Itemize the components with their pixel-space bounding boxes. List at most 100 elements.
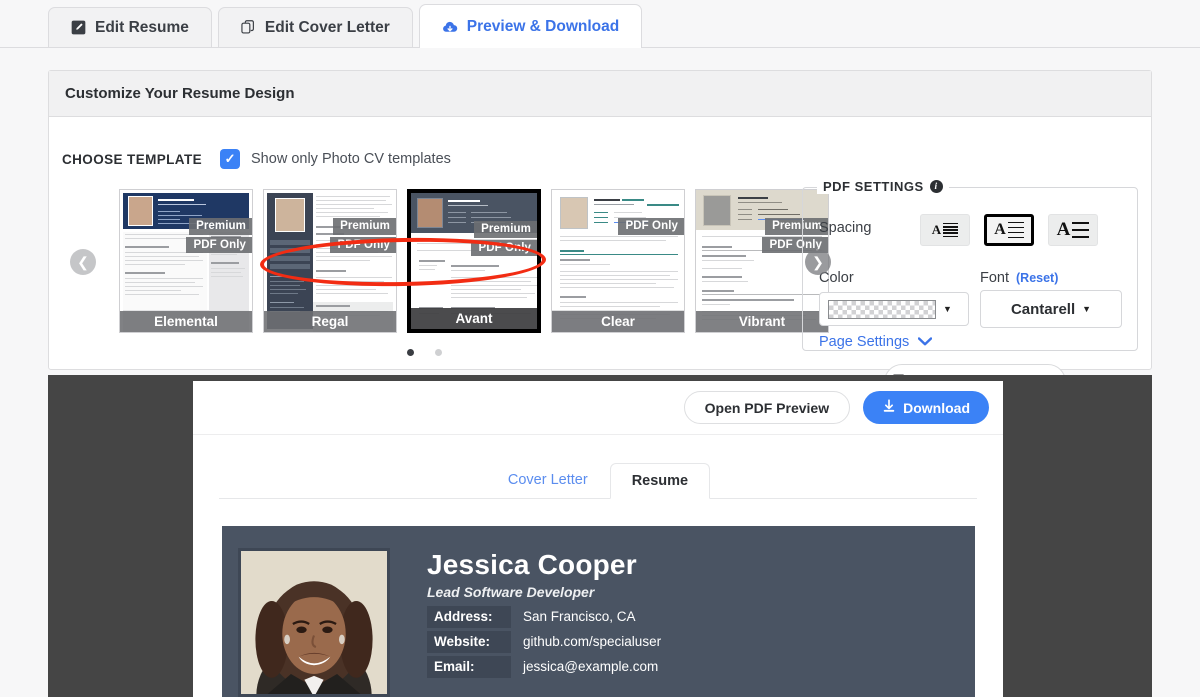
color-swatch xyxy=(828,299,936,319)
doc-tab-cover-letter[interactable]: Cover Letter xyxy=(486,462,610,498)
badge-pdf-only: PDF Only xyxy=(471,239,537,256)
spacing-label: Spacing xyxy=(819,220,872,236)
font-label-group: Font (Reset) xyxy=(980,270,1058,286)
preview-paper: Open PDF Preview Download Cover Letter R… xyxy=(193,381,1003,697)
choose-template-label: CHOOSE TEMPLATE xyxy=(62,151,203,167)
field-key: Website: xyxy=(427,630,511,653)
download-label: Download xyxy=(903,399,970,416)
field-value: jessica@example.com xyxy=(523,659,659,674)
badge-pdf-only: PDF Only xyxy=(186,236,252,253)
open-pdf-preview-button[interactable]: Open PDF Preview xyxy=(683,391,851,424)
template-name: Elemental xyxy=(120,311,252,332)
badge-premium: Premium xyxy=(189,218,252,235)
chevron-down-icon: ▼ xyxy=(1082,304,1092,314)
font-label: Font xyxy=(980,270,1010,286)
tab-edit-resume[interactable]: Edit Resume xyxy=(48,7,212,47)
app-root: Edit Resume Edit Cover Letter Preview & … xyxy=(0,0,1200,697)
carousel-dot-1[interactable] xyxy=(407,349,414,356)
template-badges: Premium PDF Only xyxy=(330,218,396,255)
download-button[interactable]: Download xyxy=(863,391,989,424)
spacing-option-compact[interactable]: A xyxy=(920,214,970,246)
table-row: Email: jessica@example.com xyxy=(427,654,661,679)
download-icon xyxy=(882,399,896,416)
font-select[interactable]: Cantarell ▼ xyxy=(980,290,1122,328)
letter-a-icon: A xyxy=(1056,219,1071,240)
letter-a-icon: A xyxy=(994,221,1006,238)
pdf-settings-legend: PDF SETTINGS i xyxy=(817,179,949,194)
main-tab-bar: Edit Resume Edit Cover Letter Preview & … xyxy=(0,0,1200,48)
carousel-pagination-dots xyxy=(407,349,442,356)
template-card-regal[interactable]: Premium PDF Only Regal xyxy=(263,189,397,333)
badge-premium: Premium xyxy=(474,221,537,238)
letter-a-icon: A xyxy=(931,222,942,237)
lines-icon xyxy=(1007,220,1024,240)
badge-pdf-only: PDF Only xyxy=(618,218,684,235)
field-key: Email: xyxy=(427,655,511,678)
tab-edit-cover-letter[interactable]: Edit Cover Letter xyxy=(217,7,413,47)
card-title: Customize Your Resume Design xyxy=(49,71,1151,117)
resume-name: Jessica Cooper xyxy=(427,549,637,580)
template-name: Regal xyxy=(264,311,396,332)
doc-tab-resume[interactable]: Resume xyxy=(609,463,711,499)
chevron-down-icon xyxy=(918,334,933,350)
page-settings-toggle[interactable]: Page Settings xyxy=(819,334,933,350)
pdf-settings-panel: PDF SETTINGS i Spacing A A A Color Font … xyxy=(802,179,1138,351)
card-body: CHOOSE TEMPLATE ✓ Show only Photo CV tem… xyxy=(49,117,1151,400)
photo-cv-filter-checkbox[interactable]: ✓ Show only Photo CV templates xyxy=(220,149,451,169)
tab-label: Edit Resume xyxy=(95,18,189,36)
preview-backdrop: Open PDF Preview Download Cover Letter R… xyxy=(48,375,1152,697)
badge-premium: Premium xyxy=(333,218,396,235)
font-value: Cantarell xyxy=(1010,300,1076,318)
resume-job-title: Lead Software Developer xyxy=(427,584,595,600)
template-card-avant[interactable]: Premium PDF Only Avant xyxy=(407,189,541,333)
checkbox-check-icon: ✓ xyxy=(220,149,241,169)
customize-design-card: Customize Your Resume Design CHOOSE TEMP… xyxy=(48,70,1152,400)
tab-preview-download[interactable]: Preview & Download xyxy=(418,4,643,48)
spacing-option-group: A A A xyxy=(920,214,1098,246)
document-tab-bar: Cover Letter Resume xyxy=(219,463,977,499)
doc-tab-label: Cover Letter xyxy=(507,472,588,488)
preview-toolbar: Open PDF Preview Download xyxy=(193,381,1003,435)
template-name: Avant xyxy=(411,308,537,329)
template-name: Clear xyxy=(552,311,684,332)
carousel-prev-arrow-icon[interactable]: ❮ xyxy=(70,249,96,275)
pencil-square-icon xyxy=(71,20,86,35)
field-value: github.com/specialuser xyxy=(523,634,662,649)
photo-cv-filter-label: Show only Photo CV templates xyxy=(251,151,451,167)
template-badges: Premium PDF Only xyxy=(186,218,252,255)
headshot-photo xyxy=(241,551,387,694)
pdf-settings-title: PDF SETTINGS xyxy=(823,179,924,194)
tab-label: Preview & Download xyxy=(466,17,620,35)
template-badges: Premium PDF Only xyxy=(471,221,537,258)
spacing-row: Spacing xyxy=(819,220,871,236)
carousel-dot-2[interactable] xyxy=(435,349,442,356)
spacing-option-normal[interactable]: A xyxy=(984,214,1034,246)
font-reset-link[interactable]: (Reset) xyxy=(1016,271,1058,285)
carousel-next-arrow-icon[interactable]: ❯ xyxy=(805,249,831,275)
copy-icon xyxy=(241,20,256,35)
tab-label: Edit Cover Letter xyxy=(264,18,390,36)
resume-document-header: Jessica Cooper Lead Software Developer A… xyxy=(222,526,975,697)
color-picker[interactable]: ▼ xyxy=(819,292,969,326)
avatar xyxy=(238,548,390,697)
template-badges: PDF Only xyxy=(618,218,684,237)
cloud-download-icon xyxy=(442,20,458,34)
open-pdf-label: Open PDF Preview xyxy=(704,399,830,416)
choose-template-row: CHOOSE TEMPLATE ✓ Show only Photo CV tem… xyxy=(62,149,451,169)
spacing-option-relaxed[interactable]: A xyxy=(1048,214,1098,246)
table-row: Website: github.com/specialuser xyxy=(427,629,661,654)
template-thumbnail-list: Premium PDF Only Elemental Premium PDF O… xyxy=(119,189,829,333)
template-card-clear[interactable]: PDF Only Clear xyxy=(551,189,685,333)
table-row: Address: San Francisco, CA xyxy=(427,604,661,629)
chevron-down-icon: ▼ xyxy=(943,304,952,314)
template-card-elemental[interactable]: Premium PDF Only Elemental xyxy=(119,189,253,333)
info-icon[interactable]: i xyxy=(929,180,943,193)
lines-icon xyxy=(1072,220,1090,240)
field-value: San Francisco, CA xyxy=(523,609,636,624)
badge-pdf-only: PDF Only xyxy=(330,236,396,253)
doc-tab-label: Resume xyxy=(631,473,689,489)
lines-icon xyxy=(943,222,959,238)
resume-contact-table: Address: San Francisco, CA Website: gith… xyxy=(427,604,661,679)
field-key: Address: xyxy=(427,605,511,628)
template-carousel: ❮ ❯ Premium PDF Only Elemental Premium P… xyxy=(62,177,837,367)
